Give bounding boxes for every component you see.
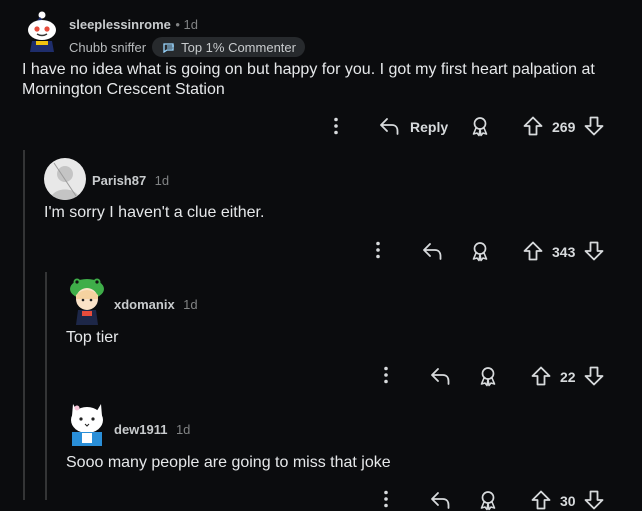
- upvote-icon[interactable]: [530, 365, 552, 387]
- more-options-icon[interactable]: [368, 240, 388, 260]
- vote-count: 22: [560, 369, 576, 385]
- reply-icon[interactable]: [421, 240, 443, 262]
- reply-icon[interactable]: [378, 115, 400, 137]
- more-options-icon[interactable]: [376, 489, 396, 509]
- avatar[interactable]: [66, 400, 108, 446]
- badge-icon: [163, 41, 177, 53]
- avatar[interactable]: [22, 10, 60, 52]
- top-commenter-badge: Top 1% Commenter: [152, 37, 305, 57]
- upvote-icon[interactable]: [522, 115, 544, 137]
- award-icon[interactable]: [477, 365, 499, 387]
- more-options-icon[interactable]: [326, 116, 346, 136]
- thread-line-level-2: [45, 272, 47, 500]
- separator-dot: •: [175, 17, 184, 32]
- thread-line-level-1: [23, 150, 25, 500]
- downvote-icon[interactable]: [583, 365, 605, 387]
- comment-body: Top tier: [66, 329, 119, 346]
- vote-count: 30: [560, 493, 576, 509]
- vote-count: 269: [552, 119, 576, 135]
- reply-icon[interactable]: [429, 489, 451, 511]
- reply-icon[interactable]: [429, 365, 451, 387]
- avatar[interactable]: [66, 275, 108, 325]
- comment-body: Sooo many people are going to miss that …: [66, 454, 391, 471]
- user-flair: Chubb sniffer: [69, 39, 147, 55]
- comment-body: I have no idea what is going on but happ…: [22, 61, 595, 98]
- avatar[interactable]: [44, 158, 86, 200]
- award-icon[interactable]: [477, 489, 499, 511]
- vote-count: 343: [552, 244, 576, 260]
- badge-label: Top 1% Commenter: [181, 39, 296, 55]
- downvote-icon[interactable]: [583, 489, 605, 511]
- comment-body: I'm sorry I haven't a clue either.: [44, 204, 265, 221]
- upvote-icon[interactable]: [522, 240, 544, 262]
- timestamp: 1d: [183, 297, 198, 312]
- more-options-icon[interactable]: [376, 365, 396, 385]
- reply-button[interactable]: Reply: [410, 119, 448, 135]
- upvote-icon[interactable]: [530, 489, 552, 511]
- award-icon[interactable]: [469, 240, 491, 262]
- username[interactable]: dew1911: [114, 422, 168, 437]
- timestamp: 1d: [154, 173, 170, 188]
- timestamp: 1d: [175, 422, 191, 437]
- username[interactable]: Parish87: [92, 173, 146, 188]
- downvote-icon[interactable]: [583, 240, 605, 262]
- username[interactable]: xdomanix: [114, 297, 175, 312]
- downvote-icon[interactable]: [583, 115, 605, 137]
- timestamp: 1d: [183, 17, 198, 32]
- username[interactable]: sleeplessinrome: [69, 17, 171, 32]
- award-icon[interactable]: [469, 115, 491, 137]
